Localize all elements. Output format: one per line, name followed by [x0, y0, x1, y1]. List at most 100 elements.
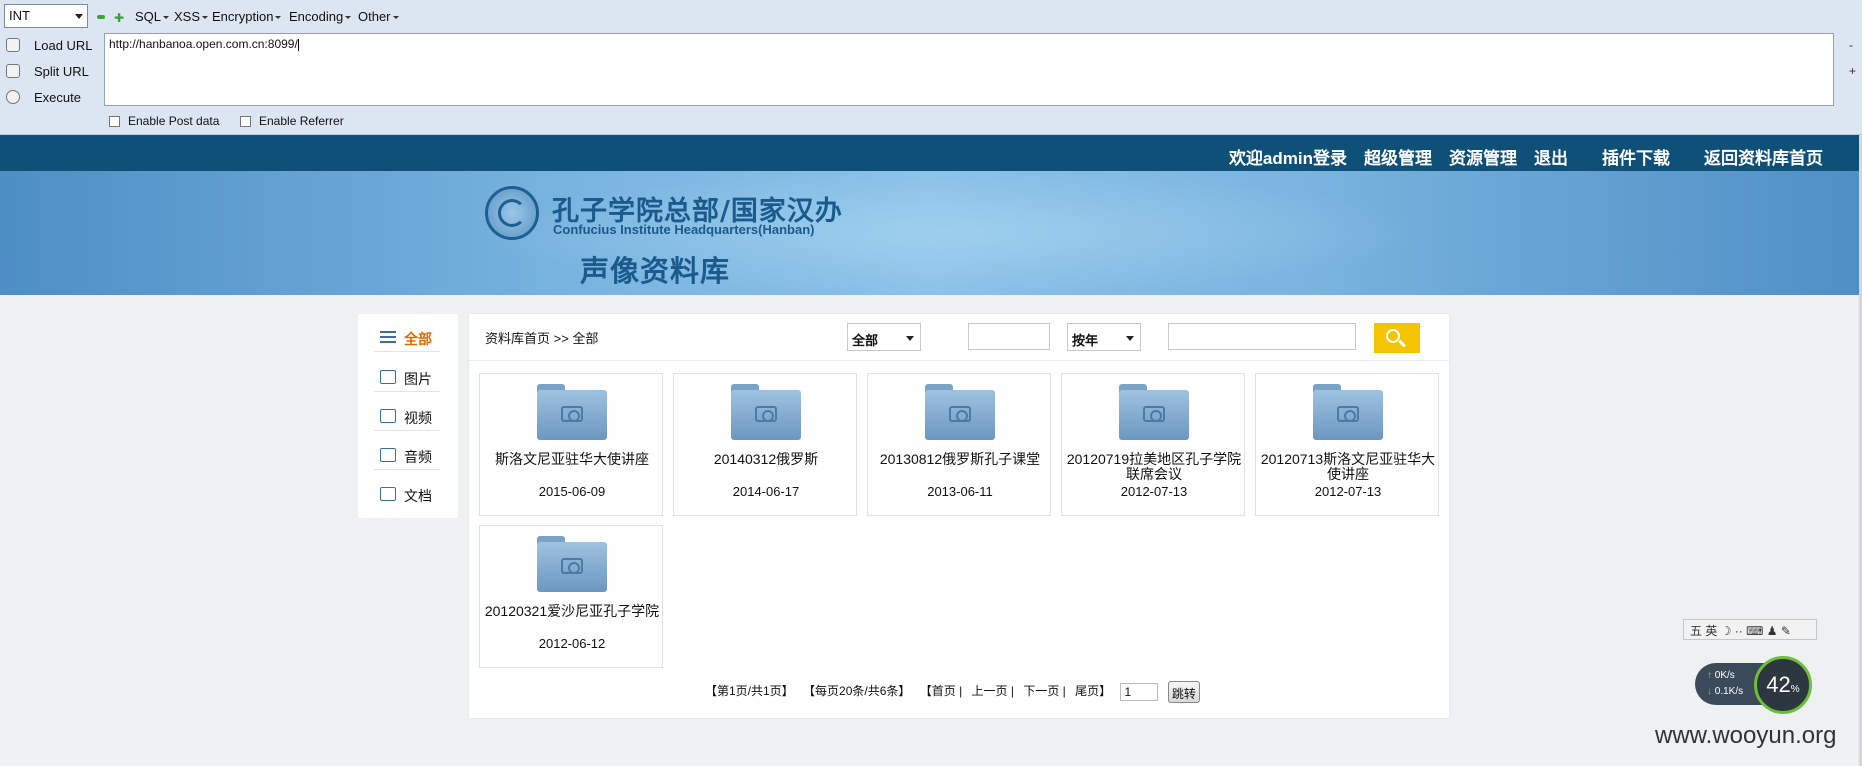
logo-english-name: Confucius Institute Headquarters(Hanban) [553, 222, 815, 237]
execute-label: Execute [34, 90, 81, 105]
sidebar-item-label: 文档 [404, 488, 432, 504]
shrink-textarea-button[interactable]: - [1849, 38, 1853, 52]
logo-swirl [498, 199, 526, 227]
resource-admin-link[interactable]: 资源管理 [1449, 144, 1517, 169]
card-date: 2013-06-11 [927, 484, 993, 499]
search-input[interactable] [1168, 323, 1356, 350]
chevron-down-icon [1126, 336, 1134, 341]
sidebar-item-label: 全部 [404, 331, 432, 347]
enable-referrer-checkbox[interactable]: Enable Referrer [240, 114, 344, 128]
category-sidebar: 全部 图片 视频 音频 文档 [358, 314, 458, 518]
other-menu[interactable]: Other [358, 9, 399, 24]
sidebar-item-images[interactable]: 图片 [374, 362, 440, 392]
search-icon-handle [1398, 339, 1406, 348]
folder-icon [925, 384, 995, 440]
speaker-icon [380, 448, 396, 462]
plugin-download-link[interactable]: 插件下载 [1602, 144, 1670, 169]
resource-card[interactable]: 20120713斯洛文尼亚驻华大使讲座 2012-07-13 [1255, 373, 1439, 516]
card-title[interactable]: 20120321爱沙尼亚孔子学院 [484, 604, 660, 619]
dropdown-arrow-icon [275, 16, 282, 20]
card-title[interactable]: 20140312俄罗斯 [678, 452, 854, 467]
encoding-type-select[interactable]: INT [4, 4, 88, 28]
prev-page-link[interactable]: 上一页 | [972, 684, 1014, 698]
video-icon [380, 409, 396, 423]
enable-referrer-label: Enable Referrer [259, 114, 344, 128]
sidebar-item-documents[interactable]: 文档 [374, 479, 440, 509]
load-url-button[interactable]: Load URL [6, 36, 96, 56]
text-caret [297, 38, 299, 51]
welcome-user-link[interactable]: 欢迎admin登录 [1229, 144, 1347, 169]
hackbar-toolbar: INT ✚ SQL XSS Encryption Encoding Other … [0, 0, 1862, 135]
header-banner [0, 171, 1859, 295]
split-url-label: Split URL [34, 64, 89, 79]
folder-icon [537, 384, 607, 440]
xss-menu[interactable]: XSS [174, 9, 209, 24]
card-date: 2012-07-13 [1120, 484, 1188, 499]
sidebar-item-label: 视频 [404, 410, 432, 426]
dropdown-arrow-icon [392, 16, 399, 20]
load-url-label: Load URL [34, 38, 93, 53]
cpu-gauge-value: 42 [1766, 672, 1791, 697]
ime-toolbar[interactable]: 五 英 ☽ ·· ⌨ ♟ ✎ [1683, 619, 1817, 640]
card-title[interactable]: 20120719拉美地区孔子学院联席会议 [1066, 452, 1242, 482]
dropdown-arrow-icon [202, 16, 209, 20]
chevron-down-icon [906, 336, 914, 341]
resource-card[interactable]: 20130812俄罗斯孔子课堂 2013-06-11 [867, 373, 1051, 516]
download-speed: ↓ 0.1K/s [1707, 686, 1744, 697]
encryption-menu-label: Encryption [212, 9, 274, 24]
next-page-link[interactable]: 下一页 | [1023, 684, 1065, 698]
increase-icon[interactable]: ✚ [114, 11, 124, 25]
date-input[interactable] [968, 323, 1050, 350]
split-url-button[interactable]: Split URL [6, 62, 96, 82]
encoding-menu-label: Encoding [289, 9, 344, 24]
library-home-link[interactable]: 返回资料库首页 [1704, 144, 1823, 169]
resource-card[interactable]: 斯洛文尼亚驻华大使讲座 2015-06-09 [479, 373, 663, 516]
other-menu-label: Other [358, 9, 391, 24]
card-title[interactable]: 20120713斯洛文尼亚驻华大使讲座 [1260, 452, 1436, 482]
card-title[interactable]: 20130812俄罗斯孔子课堂 [872, 452, 1048, 467]
enable-post-checkbox[interactable]: Enable Post data [109, 114, 219, 128]
pagination: 【第1页/共1页】 【每页20条/共6条】 【首页 | 上一页 | 下一页 | … [705, 681, 1206, 703]
dropdown-arrow-icon [345, 16, 352, 20]
first-page-link[interactable]: 【首页 | [920, 684, 962, 698]
encryption-menu[interactable]: Encryption [212, 9, 282, 24]
resource-card[interactable]: 20120321爱沙尼亚孔子学院 2012-06-12 [479, 525, 663, 668]
sql-menu-label: SQL [135, 9, 162, 24]
grow-textarea-button[interactable]: + [1849, 64, 1856, 78]
main-content-panel: 资料库首页 >> 全部 全部 按年 斯洛文尼亚驻华大使讲座 2015-06-09… [469, 314, 1449, 718]
page-number-input[interactable]: 1 [1120, 683, 1159, 701]
resource-card[interactable]: 20140312俄罗斯 2014-06-17 [673, 373, 857, 516]
jump-button[interactable]: 跳转 [1167, 681, 1200, 703]
enable-post-label: Enable Post data [128, 114, 220, 128]
execute-button[interactable]: Execute [6, 88, 96, 108]
camera-icon [380, 370, 396, 384]
super-admin-link[interactable]: 超级管理 [1364, 144, 1432, 169]
decrease-icon[interactable] [97, 15, 105, 19]
execute-icon [6, 90, 20, 104]
logout-link[interactable]: 退出 [1534, 144, 1568, 169]
checkbox-box[interactable] [240, 116, 251, 127]
xss-menu-label: XSS [174, 9, 201, 24]
watermark: www.wooyun.org [1655, 722, 1837, 749]
card-title[interactable]: 斯洛文尼亚驻华大使讲座 [484, 452, 660, 467]
cpu-gauge: 42% [1754, 656, 1812, 714]
sql-menu[interactable]: SQL [135, 9, 170, 24]
url-textarea[interactable]: http://hanbanoa.open.com.cn:8099/ [104, 33, 1834, 106]
breadcrumb: 资料库首页 >> 全部 [485, 331, 599, 346]
sidebar-item-all[interactable]: 全部 [374, 322, 440, 352]
encoding-type-value: INT [9, 8, 30, 23]
category-select[interactable]: 全部 [847, 323, 921, 351]
checkbox-box[interactable] [109, 116, 120, 127]
resource-card[interactable]: 20120719拉美地区孔子学院联席会议 2012-07-13 [1061, 373, 1245, 516]
period-select[interactable]: 按年 [1067, 323, 1141, 351]
download-speed-value: 0.1K/s [1714, 686, 1744, 697]
hanban-logo [485, 186, 539, 240]
list-icon [380, 330, 396, 344]
sidebar-item-video[interactable]: 视频 [374, 401, 440, 431]
search-button[interactable] [1374, 323, 1420, 353]
encoding-menu[interactable]: Encoding [289, 9, 352, 24]
last-page-link[interactable]: 尾页】 [1075, 684, 1111, 698]
card-date: 2012-06-12 [538, 636, 606, 651]
sidebar-item-audio[interactable]: 音频 [374, 440, 440, 470]
folder-icon [731, 384, 801, 440]
